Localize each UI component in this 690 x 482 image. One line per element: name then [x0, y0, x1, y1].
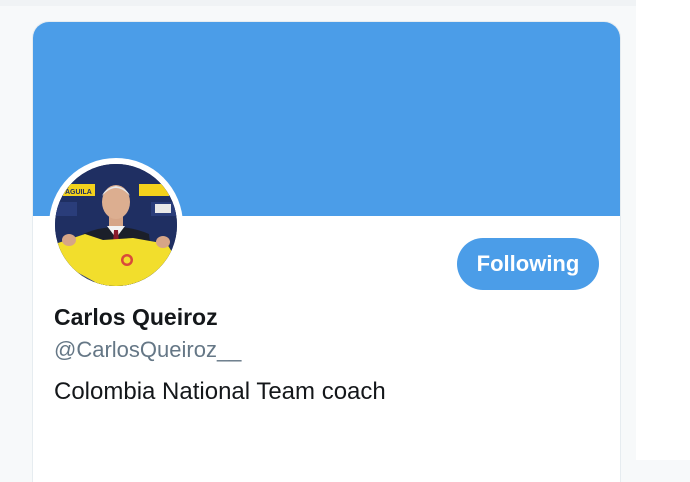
profile-bio: Colombia National Team coach [54, 378, 386, 405]
avatar[interactable]: ÁGUILA [49, 158, 183, 292]
top-divider [0, 0, 690, 6]
display-name[interactable]: Carlos Queiroz [54, 304, 218, 331]
avatar-sponsor-text: ÁGUILA [65, 187, 92, 196]
avatar-image: ÁGUILA [55, 164, 177, 286]
profile-card: ÁGUILA Following Carlos Queiroz @CarlosQ… [33, 22, 620, 482]
following-button[interactable]: Following [457, 238, 599, 290]
user-handle[interactable]: @CarlosQueiroz__ [54, 337, 241, 363]
right-gutter [636, 0, 690, 460]
avatar-photo: ÁGUILA [55, 164, 177, 286]
